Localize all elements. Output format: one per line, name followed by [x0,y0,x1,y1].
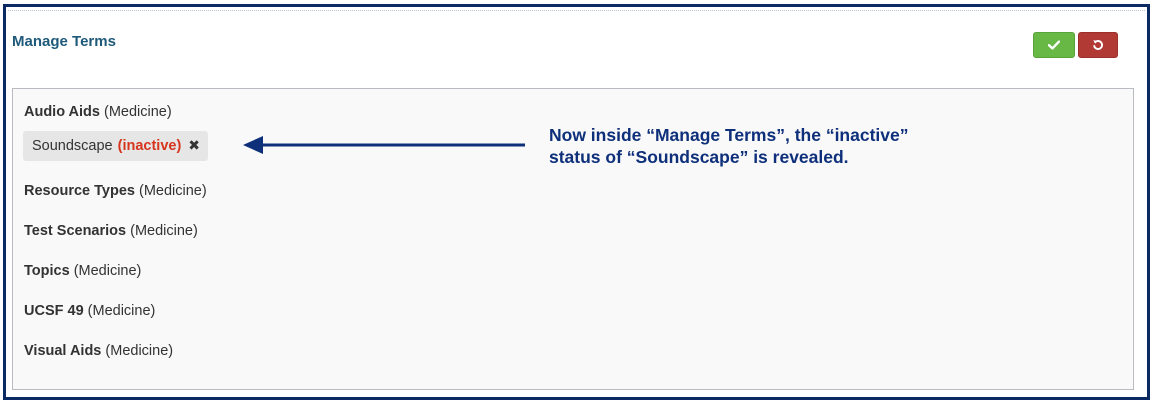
annotation-line: Now inside “Manage Terms”, the “inactive… [549,125,909,145]
term-row-audio-aids: Audio Aids (Medicine) [24,104,172,120]
dotted-divider [8,10,1145,11]
term-name: Topics [24,263,70,279]
close-icon[interactable]: ✖ [188,138,200,154]
check-icon [1048,40,1060,50]
annotated-screenshot-frame: Manage Terms Audio Aids (Medicine) Sound… [3,4,1150,400]
term-row-topics: Topics (Medicine) [24,263,141,279]
term-scope: (Medicine) [138,183,207,199]
term-scope: (Medicine) [105,343,174,359]
term-row-visual-aids: Visual Aids (Medicine) [24,343,173,359]
page-title: Manage Terms [12,33,116,50]
term-chip-soundscape: Soundscape (inactive) ✖ [23,131,209,161]
term-name: Resource Types [24,183,135,199]
term-row-resource-types: Resource Types (Medicine) [24,183,207,199]
term-name: Visual Aids [24,343,102,359]
term-scope: (Medicine) [87,303,156,319]
undo-icon [1092,39,1104,51]
annotation-callout: Now inside “Manage Terms”, the “inactive… [549,124,989,168]
term-name: Test Scenarios [24,223,127,239]
chip-label: Soundscape [32,138,113,154]
save-button[interactable] [1033,32,1075,58]
term-scope: (Medicine) [130,223,198,239]
inactive-status: (inactive) [117,138,182,154]
term-row-test-scenarios: Test Scenarios (Medicine) [24,223,198,239]
term-scope: (Medicine) [104,104,172,120]
annotation-line: status of “Soundscape” is revealed. [549,147,849,167]
term-row-ucsf-49: UCSF 49 (Medicine) [24,303,155,319]
term-name: UCSF 49 [24,303,84,319]
term-scope: (Medicine) [73,263,142,279]
reset-button[interactable] [1078,32,1118,58]
annotation-arrow [243,136,525,154]
term-name: Audio Aids [24,104,100,120]
